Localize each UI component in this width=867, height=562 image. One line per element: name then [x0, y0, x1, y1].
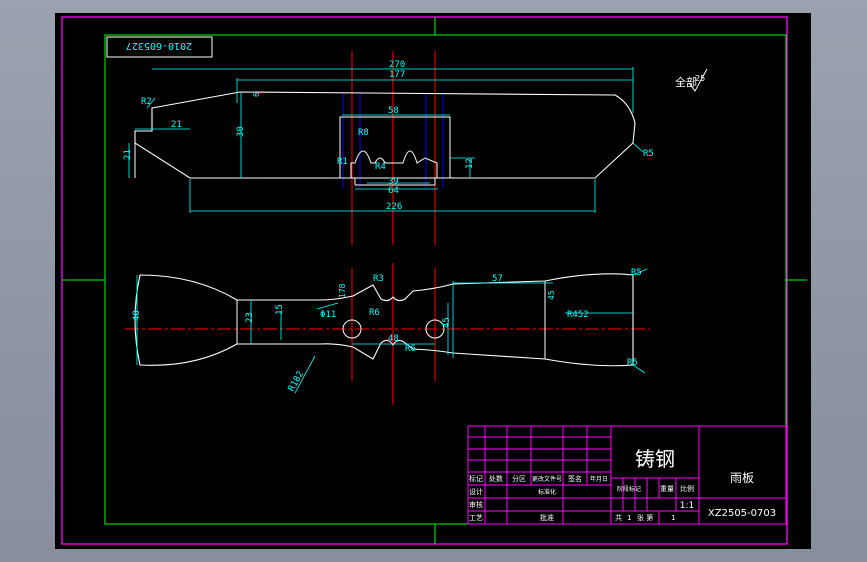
stage-label: 阶段标记: [617, 485, 641, 493]
dim-front-r-right-top: R5: [631, 268, 642, 278]
dim-front-hole: Φ11: [320, 310, 336, 320]
dim-top-overall: 270: [389, 60, 405, 70]
dim-front-neck: 23: [245, 312, 255, 323]
front-outline: [134, 273, 634, 367]
dim-top-r-left: R2: [141, 97, 152, 107]
h-label-date: 年月日: [590, 475, 608, 483]
dim-top-left-offset: 21: [171, 120, 182, 130]
h-label-sign: 签名: [568, 474, 582, 483]
top-slot: [339, 116, 451, 179]
dim-top-bottom-inner: 64: [388, 186, 399, 196]
dim-top-r-inner: R4: [375, 162, 386, 172]
dim-top-six: 6: [252, 92, 261, 97]
sheet-total: 1: [627, 514, 631, 522]
surface-symbol-value: 25: [695, 74, 705, 83]
dim-front-height-left: 48: [132, 310, 142, 321]
h-label-change-doc: 更改文件号: [532, 475, 562, 483]
dim-front-57: 57: [492, 274, 503, 284]
top-dims: [128, 67, 644, 213]
h-label-mark: 标记: [469, 474, 483, 483]
outer-frame: [61, 16, 788, 545]
dim-front-45: 45: [442, 317, 452, 328]
cad-viewport[interactable]: 2010-605327 全部 25 270 177 58 39 64 226 3…: [0, 0, 867, 562]
sheet-label: 共: [615, 513, 622, 522]
row-design: 设计: [469, 487, 483, 496]
part-name: 雨板: [730, 471, 754, 485]
dim-top-upper: 177: [389, 70, 405, 80]
dim-front-neck-inner: 15: [275, 304, 285, 315]
stamp-code: 2010-605327: [126, 40, 192, 51]
row-standard: 标准化: [538, 488, 556, 496]
dim-front-center: 48: [388, 334, 399, 344]
drawing-number: XZ2505-0703: [708, 508, 776, 519]
dim-top-slot: 58: [388, 106, 399, 116]
dim-top-right-height: 12: [465, 158, 475, 169]
page-label: 张 第: [637, 513, 653, 522]
dim-front-r-right-bot: R5: [627, 358, 638, 368]
dim-top-r-right: R5: [643, 149, 654, 159]
dim-top-height: 30: [236, 126, 246, 137]
surface-note: 全部: [675, 75, 697, 89]
dim-front-78: 178: [338, 283, 347, 298]
dim-top-left-height: 21: [123, 149, 133, 160]
dim-front-right-height: 45: [547, 290, 556, 300]
scale-value: 1:1: [680, 501, 694, 511]
row-approve: 批准: [540, 513, 554, 522]
scale-label: 比例: [680, 484, 694, 493]
h-label-count: 处数: [489, 474, 503, 483]
dim-top-r-slot: R8: [358, 128, 369, 138]
drawing-sheet[interactable]: 2010-605327 全部 25 270 177 58 39 64 226 3…: [55, 13, 811, 549]
front-dims: [136, 268, 648, 394]
dim-top-r-bottom: R1: [337, 157, 348, 167]
row-process: 工艺: [469, 514, 483, 522]
dim-front-r-top: R3: [373, 274, 384, 284]
dim-front-r-right: R452: [567, 310, 589, 320]
dim-front-r-mid: R6: [369, 308, 380, 318]
dim-front-r-low: R6: [405, 344, 416, 354]
inner-frame: [104, 34, 787, 525]
h-label-zone: 分区: [512, 474, 526, 483]
dim-top-base: 226: [386, 202, 402, 212]
cad-drawing: 2010-605327 全部 25 270 177 58 39 64 226 3…: [61, 16, 807, 545]
page-number: 1: [671, 514, 675, 522]
row-review: 审核: [469, 500, 483, 509]
weight-label: 重量: [660, 485, 674, 493]
dim-front-r-arc: R182: [287, 370, 307, 394]
material-name: 铸钢: [635, 447, 675, 471]
